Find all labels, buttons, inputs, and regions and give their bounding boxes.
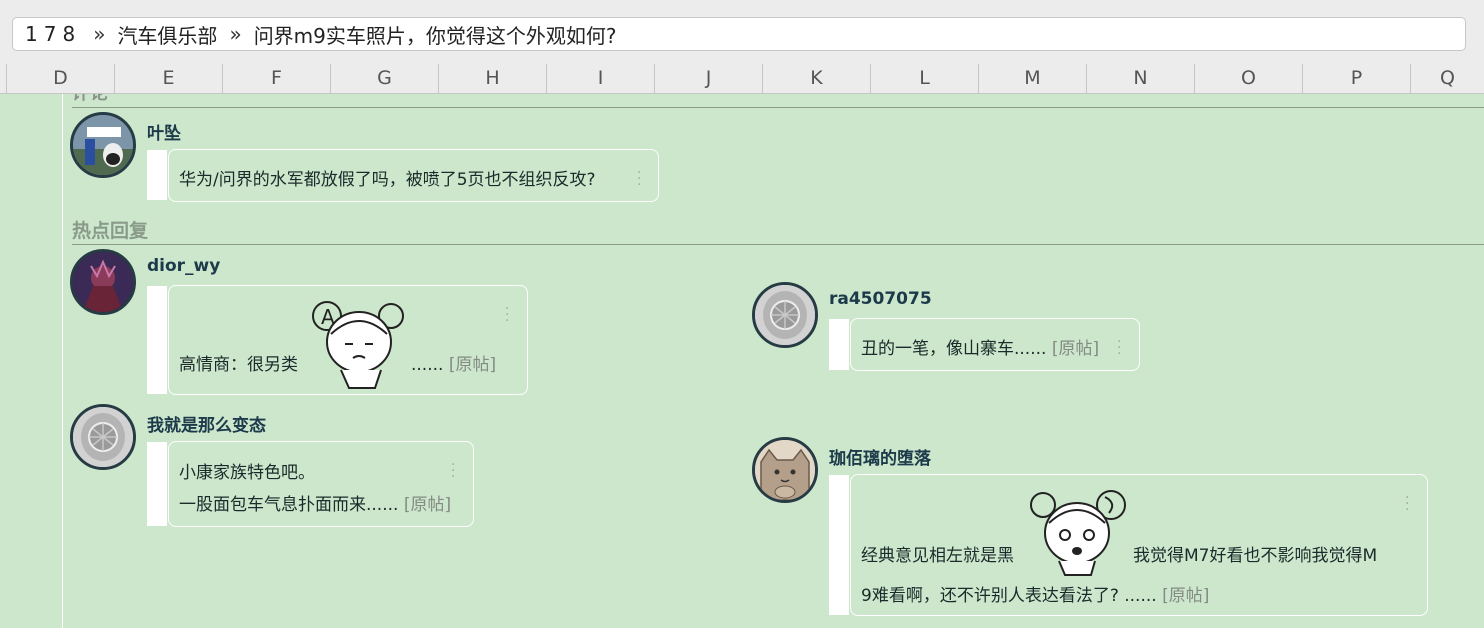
default-avatar-icon — [755, 285, 815, 345]
reply-text: 华为/问界的水军都放假了吗，被喷了5页也不组织反攻? — [179, 170, 596, 190]
user-photo-icon — [73, 115, 133, 175]
section-divider — [72, 107, 1484, 108]
reply-bubble: 小康家族特色吧。 一股面包车气息扑面而来...... [原帖] · · · — [168, 441, 474, 527]
vertical-ellipsis-icon[interactable]: · · · — [1117, 335, 1121, 361]
bubble-tail — [147, 442, 167, 526]
column-header-cell[interactable]: E — [114, 64, 222, 93]
original-post-link[interactable]: [原帖] — [1052, 339, 1099, 359]
username[interactable]: 我就是那么变态 — [147, 411, 266, 436]
breadcrumb-page-number[interactable]: 178 — [25, 22, 81, 46]
column-header-cell[interactable]: H — [438, 64, 546, 93]
anime-girl-sticker-icon: A — [312, 301, 404, 389]
section-divider — [72, 244, 1484, 245]
bubble-tail — [829, 319, 849, 370]
column-header-cell[interactable]: F — [222, 64, 330, 93]
column-header-cell[interactable]: Q — [1410, 64, 1484, 93]
top-bar: 178 » 汽车俱乐部 » 问界m9实车照片，你觉得这个外观如何? — [0, 0, 1484, 64]
avatar[interactable] — [752, 282, 818, 348]
reply-text: 小康家族特色吧。 — [179, 463, 315, 483]
username[interactable]: 珈佰璃的堕落 — [829, 444, 931, 469]
column-header-cell[interactable]: I — [546, 64, 654, 93]
reply-text: 经典意见相左就是黑 — [861, 546, 1014, 566]
avatar[interactable] — [752, 437, 818, 503]
column-header-cell[interactable]: P — [1302, 64, 1410, 93]
section-title: 热点回复 — [72, 220, 149, 242]
fantasy-character-avatar-icon — [73, 252, 133, 312]
reply-bubble: 高情商：很另类 A ...... [原帖] · · · — [168, 285, 528, 395]
vertical-ellipsis-icon[interactable]: · · · — [637, 166, 641, 192]
column-header-cell[interactable]: J — [654, 64, 762, 93]
username[interactable]: dior_wy — [147, 256, 220, 276]
reply-text: 高情商：很另类 — [179, 355, 298, 375]
reply-text: 丑的一笔，像山寨车...... — [861, 339, 1047, 359]
breadcrumb: 178 » 汽车俱乐部 » 问界m9实车照片，你觉得这个外观如何? — [12, 17, 1466, 51]
original-post-link[interactable]: [原帖] — [449, 355, 496, 375]
breadcrumb-separator-icon: » — [93, 22, 106, 46]
column-header-cell[interactable]: K — [762, 64, 870, 93]
original-post-link[interactable]: [原帖] — [1162, 586, 1209, 606]
column-header-cell[interactable]: N — [1086, 64, 1194, 93]
cat-avatar-icon — [755, 440, 815, 500]
reply-bubble: 华为/问界的水军都放假了吗，被喷了5页也不组织反攻? · · · — [168, 149, 659, 202]
vertical-ellipsis-icon[interactable]: · · · — [451, 458, 455, 484]
anime-girl-sticker-icon — [1030, 490, 1126, 576]
reply-bubble: 经典意见相左就是黑 我觉得M7好看也不影响我觉得M 9难看啊，还不许别人表达看法… — [850, 474, 1428, 616]
avatar[interactable] — [70, 112, 136, 178]
column-header-cell[interactable]: M — [978, 64, 1086, 93]
vertical-ellipsis-icon[interactable]: · · · — [1405, 491, 1409, 517]
username[interactable]: 叶坠 — [147, 119, 181, 144]
column-header: D E F G H I J K L M N O P Q — [0, 64, 1484, 94]
original-post-link[interactable]: [原帖] — [404, 495, 451, 515]
breadcrumb-thread-title[interactable]: 问界m9实车照片，你觉得这个外观如何? — [254, 20, 617, 49]
bubble-tail — [147, 150, 167, 200]
column-header-cell[interactable]: D — [6, 64, 114, 93]
column-header-cell[interactable]: L — [870, 64, 978, 93]
vertical-ellipsis-icon[interactable]: · · · — [505, 302, 509, 328]
breadcrumb-forum-link[interactable]: 汽车俱乐部 — [117, 20, 217, 49]
avatar[interactable] — [70, 249, 136, 315]
bubble-tail — [829, 475, 849, 615]
bubble-tail — [147, 286, 167, 394]
reply-text: 一股面包车气息扑面而来...... — [179, 495, 399, 515]
reply-text: 9难看啊，还不许别人表达看法了? ...... — [861, 586, 1157, 606]
column-header-cell[interactable]: G — [330, 64, 438, 93]
default-avatar-icon — [73, 407, 133, 467]
avatar[interactable] — [70, 404, 136, 470]
section-title-partial: 评论 — [72, 94, 108, 102]
ellipsis-text: ...... — [411, 355, 444, 375]
breadcrumb-separator-icon: » — [229, 22, 242, 46]
reply-text: 我觉得M7好看也不影响我觉得M — [1133, 546, 1378, 566]
username[interactable]: ra4507075 — [829, 289, 932, 309]
column-header-cell[interactable]: O — [1194, 64, 1302, 93]
left-gutter-line — [62, 94, 63, 628]
reply-bubble: 丑的一笔，像山寨车...... [原帖] · · · — [850, 318, 1140, 371]
